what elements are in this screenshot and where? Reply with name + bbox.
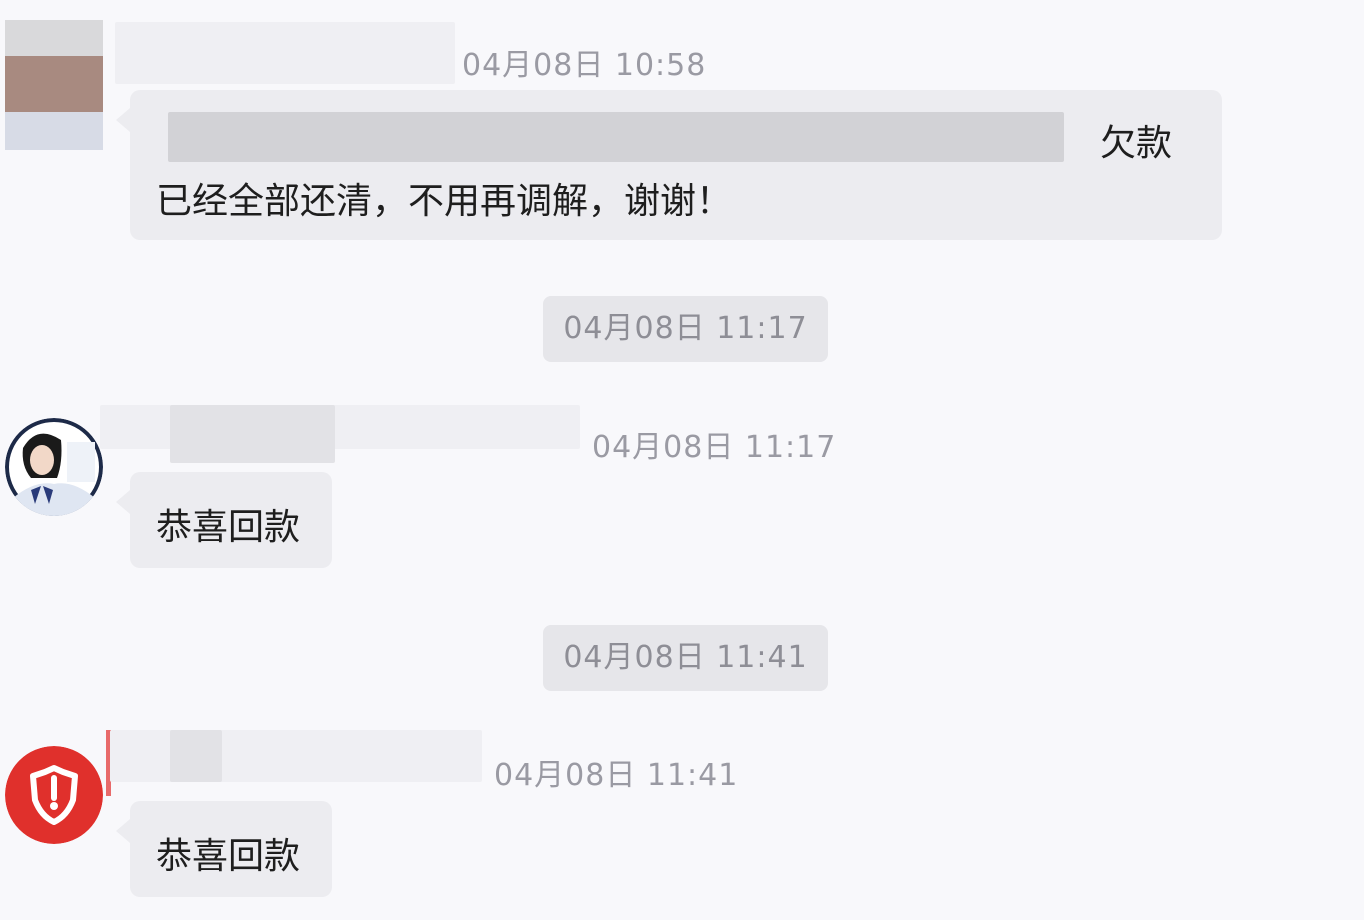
agent-avatar[interactable] <box>5 418 103 516</box>
user-avatar[interactable] <box>5 20 103 150</box>
message-bubble[interactable]: 恭喜回款 <box>116 472 332 568</box>
message-timestamp: 04月08日 10:58 <box>462 48 707 83</box>
system-timestamp: 04月08日 11:17 <box>543 296 828 362</box>
message-text: 恭喜回款 <box>156 507 301 548</box>
message-text-trailing: 欠款 <box>1100 123 1173 164</box>
message-timestamp: 04月08日 11:17 <box>592 430 837 465</box>
message-bubble[interactable]: 恭喜回款 <box>116 801 332 897</box>
message-timestamp: 04月08日 11:41 <box>494 758 739 793</box>
message-bubble[interactable]: 欠款 已经全部还清，不用再调解，谢谢！ <box>116 90 1222 240</box>
message-text: 恭喜回款 <box>156 836 301 877</box>
message-text: 已经全部还清，不用再调解，谢谢！ <box>156 181 733 222</box>
org-avatar[interactable] <box>5 746 103 844</box>
redacted-text <box>168 112 1064 162</box>
system-timestamp: 04月08日 11:41 <box>543 625 828 691</box>
